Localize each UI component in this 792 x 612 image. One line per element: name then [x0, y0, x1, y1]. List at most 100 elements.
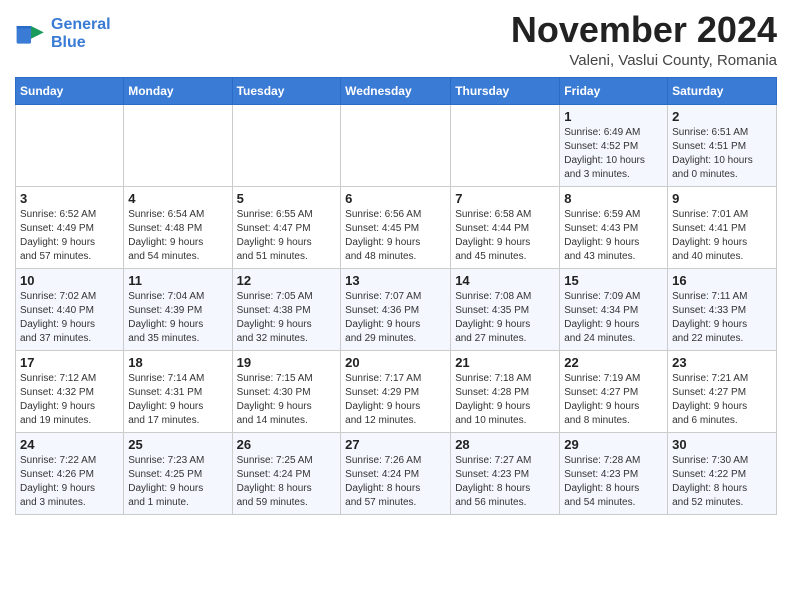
calendar-cell: 5 Sunrise: 6:55 AM Sunset: 4:47 PM Daylig…: [232, 186, 341, 268]
header: General Blue November 2024 Valeni, Vaslu…: [15, 10, 777, 69]
weekday-header: Thursday: [451, 77, 560, 104]
weekday-header: Sunday: [16, 77, 124, 104]
day-number: 26: [237, 437, 337, 452]
day-number: 6: [345, 191, 446, 206]
day-number: 10: [20, 273, 119, 288]
calendar-cell: [232, 104, 341, 186]
calendar-cell: 8Sunrise: 6:59 AM Sunset: 4:43 PM Daylig…: [560, 186, 668, 268]
day-detail: Sunrise: 7:01 AM Sunset: 4:41 PM Dayligh…: [672, 208, 772, 264]
calendar-cell: 14 Sunrise: 7:08 AM Sunset: 4:35 PM Dayli…: [451, 268, 560, 350]
calendar-cell: 20Sunrise: 7:17 AM Sunset: 4:29 PM Dayli…: [341, 350, 451, 432]
logo-text: General Blue: [51, 16, 111, 51]
day-number: 29: [564, 437, 663, 452]
day-number: 11: [128, 273, 227, 288]
day-number: 23: [672, 355, 772, 370]
calendar-cell: 21Sunrise: 7:18 AM Sunset: 4:28 PM Dayli…: [451, 350, 560, 432]
day-detail: Sunrise: 7:05 AM Sunset: 4:38 PM Dayligh…: [237, 290, 337, 346]
day-number: 28: [455, 437, 555, 452]
calendar-cell: 3Sunrise: 6:52 AM Sunset: 4:49 PM Daylig…: [16, 186, 124, 268]
day-detail: Sunrise: 7:02 AM Sunset: 4:40 PM Dayligh…: [20, 290, 119, 346]
day-number: 9: [672, 191, 772, 206]
logo: General Blue: [15, 16, 111, 51]
day-detail: Sunrise: 7:30 AM Sunset: 4:22 PM Dayligh…: [672, 454, 772, 510]
day-detail: Sunrise: 7:25 AM Sunset: 4:24 PM Dayligh…: [237, 454, 337, 510]
calendar-cell: 11 Sunrise: 7:04 AM Sunset: 4:39 PM Dayli…: [124, 268, 232, 350]
calendar-cell: 12 Sunrise: 7:05 AM Sunset: 4:38 PM Dayli…: [232, 268, 341, 350]
day-number: 15: [564, 273, 663, 288]
weekday-header: Wednesday: [341, 77, 451, 104]
location-subtitle: Valeni, Vaslui County, Romania: [511, 52, 777, 69]
day-number: 22: [564, 355, 663, 370]
calendar-week-row: 24Sunrise: 7:22 AM Sunset: 4:26 PM Dayli…: [16, 432, 777, 514]
day-detail: Sunrise: 7:04 AM Sunset: 4:39 PM Dayligh…: [128, 290, 227, 346]
calendar-cell: 23 Sunrise: 7:21 AM Sunset: 4:27 PM Dayli…: [668, 350, 777, 432]
calendar-cell: [16, 104, 124, 186]
calendar-cell: 26 Sunrise: 7:25 AM Sunset: 4:24 PM Dayli…: [232, 432, 341, 514]
calendar-cell: [341, 104, 451, 186]
day-number: 4: [128, 191, 227, 206]
day-detail: Sunrise: 7:12 AM Sunset: 4:32 PM Dayligh…: [20, 372, 119, 428]
day-detail: Sunrise: 6:51 AM Sunset: 4:51 PM Dayligh…: [672, 126, 772, 182]
calendar-cell: 15 Sunrise: 7:09 AM Sunset: 4:34 PM Dayli…: [560, 268, 668, 350]
day-number: 18: [128, 355, 227, 370]
day-number: 25: [128, 437, 227, 452]
day-detail: Sunrise: 6:49 AM Sunset: 4:52 PM Dayligh…: [564, 126, 663, 182]
calendar-cell: 13 Sunrise: 7:07 AM Sunset: 4:36 PM Dayli…: [341, 268, 451, 350]
day-detail: Sunrise: 7:22 AM Sunset: 4:26 PM Dayligh…: [20, 454, 119, 510]
day-detail: Sunrise: 7:26 AM Sunset: 4:24 PM Dayligh…: [345, 454, 446, 510]
day-detail: Sunrise: 7:21 AM Sunset: 4:27 PM Dayligh…: [672, 372, 772, 428]
calendar-cell: 7 Sunrise: 6:58 AM Sunset: 4:44 PM Daylig…: [451, 186, 560, 268]
day-detail: Sunrise: 6:56 AM Sunset: 4:45 PM Dayligh…: [345, 208, 446, 264]
day-number: 7: [455, 191, 555, 206]
day-number: 27: [345, 437, 446, 452]
day-number: 2: [672, 109, 772, 124]
day-detail: Sunrise: 7:27 AM Sunset: 4:23 PM Dayligh…: [455, 454, 555, 510]
day-detail: Sunrise: 7:11 AM Sunset: 4:33 PM Dayligh…: [672, 290, 772, 346]
day-number: 30: [672, 437, 772, 452]
day-detail: Sunrise: 7:14 AM Sunset: 4:31 PM Dayligh…: [128, 372, 227, 428]
calendar-cell: 28 Sunrise: 7:27 AM Sunset: 4:23 PM Dayli…: [451, 432, 560, 514]
logo-icon: [15, 18, 47, 50]
calendar-week-row: 17Sunrise: 7:12 AM Sunset: 4:32 PM Dayli…: [16, 350, 777, 432]
calendar-cell: 1 Sunrise: 6:49 AM Sunset: 4:52 PM Daylig…: [560, 104, 668, 186]
day-number: 1: [564, 109, 663, 124]
day-detail: Sunrise: 7:23 AM Sunset: 4:25 PM Dayligh…: [128, 454, 227, 510]
title-block: November 2024 Valeni, Vaslui County, Rom…: [511, 10, 777, 69]
day-detail: Sunrise: 6:52 AM Sunset: 4:49 PM Dayligh…: [20, 208, 119, 264]
day-number: 8: [564, 191, 663, 206]
day-detail: Sunrise: 7:28 AM Sunset: 4:23 PM Dayligh…: [564, 454, 663, 510]
day-number: 20: [345, 355, 446, 370]
day-detail: Sunrise: 7:15 AM Sunset: 4:30 PM Dayligh…: [237, 372, 337, 428]
day-number: 19: [237, 355, 337, 370]
calendar-cell: 4 Sunrise: 6:54 AM Sunset: 4:48 PM Daylig…: [124, 186, 232, 268]
day-detail: Sunrise: 7:07 AM Sunset: 4:36 PM Dayligh…: [345, 290, 446, 346]
day-detail: Sunrise: 7:18 AM Sunset: 4:28 PM Dayligh…: [455, 372, 555, 428]
calendar-cell: 29 Sunrise: 7:28 AM Sunset: 4:23 PM Dayli…: [560, 432, 668, 514]
day-detail: Sunrise: 6:55 AM Sunset: 4:47 PM Dayligh…: [237, 208, 337, 264]
calendar-cell: 10 Sunrise: 7:02 AM Sunset: 4:40 PM Dayli…: [16, 268, 124, 350]
day-detail: Sunrise: 6:54 AM Sunset: 4:48 PM Dayligh…: [128, 208, 227, 264]
calendar-cell: 16Sunrise: 7:11 AM Sunset: 4:33 PM Dayli…: [668, 268, 777, 350]
calendar-cell: 18 Sunrise: 7:14 AM Sunset: 4:31 PM Dayli…: [124, 350, 232, 432]
day-number: 5: [237, 191, 337, 206]
weekday-header: Tuesday: [232, 77, 341, 104]
day-detail: Sunrise: 7:19 AM Sunset: 4:27 PM Dayligh…: [564, 372, 663, 428]
weekday-header: Friday: [560, 77, 668, 104]
calendar-table: SundayMondayTuesdayWednesdayThursdayFrid…: [15, 77, 777, 515]
calendar-cell: 30 Sunrise: 7:30 AM Sunset: 4:22 PM Dayli…: [668, 432, 777, 514]
day-number: 13: [345, 273, 446, 288]
calendar-week-row: 3Sunrise: 6:52 AM Sunset: 4:49 PM Daylig…: [16, 186, 777, 268]
day-number: 14: [455, 273, 555, 288]
calendar-cell: 17Sunrise: 7:12 AM Sunset: 4:32 PM Dayli…: [16, 350, 124, 432]
day-number: 12: [237, 273, 337, 288]
calendar-cell: [451, 104, 560, 186]
day-detail: Sunrise: 7:08 AM Sunset: 4:35 PM Dayligh…: [455, 290, 555, 346]
day-detail: Sunrise: 7:09 AM Sunset: 4:34 PM Dayligh…: [564, 290, 663, 346]
calendar-cell: 27 Sunrise: 7:26 AM Sunset: 4:24 PM Dayli…: [341, 432, 451, 514]
calendar-cell: 22 Sunrise: 7:19 AM Sunset: 4:27 PM Dayli…: [560, 350, 668, 432]
weekday-header: Saturday: [668, 77, 777, 104]
day-detail: Sunrise: 6:58 AM Sunset: 4:44 PM Dayligh…: [455, 208, 555, 264]
weekday-header: Monday: [124, 77, 232, 104]
calendar-week-row: 1 Sunrise: 6:49 AM Sunset: 4:52 PM Daylig…: [16, 104, 777, 186]
calendar-cell: 6 Sunrise: 6:56 AM Sunset: 4:45 PM Daylig…: [341, 186, 451, 268]
